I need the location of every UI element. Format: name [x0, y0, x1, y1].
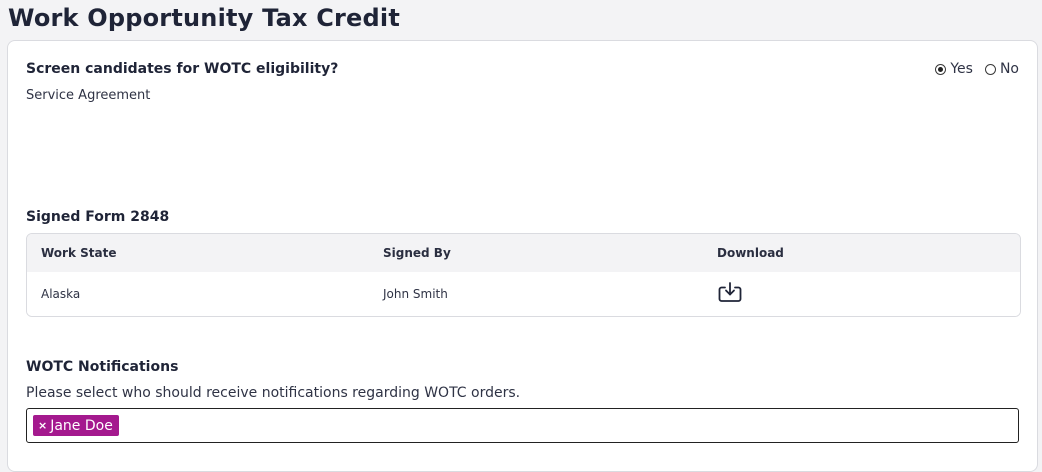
radio-yes-label[interactable]: Yes [950, 61, 973, 77]
signed-form-heading: Signed Form 2848 [26, 209, 170, 225]
radio-yes-circle-icon[interactable] [935, 63, 947, 75]
radio-yes[interactable]: Yes [935, 61, 973, 77]
notification-recipients-select[interactable]: × Jane Doe [26, 408, 1019, 443]
column-header-work-state: Work State [41, 246, 117, 260]
table-row: Alaska John Smith [27, 272, 1020, 316]
signed-form-table: Work State Signed By Download Alaska Joh… [26, 233, 1021, 317]
radio-no[interactable]: No [984, 61, 1019, 77]
radio-no-circle-icon[interactable] [984, 63, 996, 75]
cell-work-state: Alaska [41, 287, 81, 301]
cell-signed-by: John Smith [383, 287, 448, 301]
recipient-tag-label: Jane Doe [50, 417, 113, 434]
wotc-settings-card: Screen candidates for WOTC eligibility? … [7, 40, 1038, 472]
wotc-notifications-heading: WOTC Notifications [26, 359, 179, 375]
column-header-signed-by: Signed By [383, 246, 451, 260]
recipient-tag: × Jane Doe [33, 415, 119, 436]
wotc-eligibility-radio-group: Yes No [923, 61, 1019, 77]
wotc-notifications-description: Please select who should receive notific… [26, 385, 521, 401]
table-header-row: Work State Signed By Download [27, 234, 1020, 272]
service-agreement-label: Service Agreement [26, 88, 151, 103]
column-header-download: Download [717, 246, 784, 260]
page-title: Work Opportunity Tax Credit [8, 4, 401, 32]
wotc-eligibility-question: Screen candidates for WOTC eligibility? [26, 61, 339, 77]
download-tray-icon[interactable] [717, 282, 743, 307]
remove-tag-icon[interactable]: × [38, 419, 47, 432]
radio-no-label[interactable]: No [1000, 61, 1019, 77]
